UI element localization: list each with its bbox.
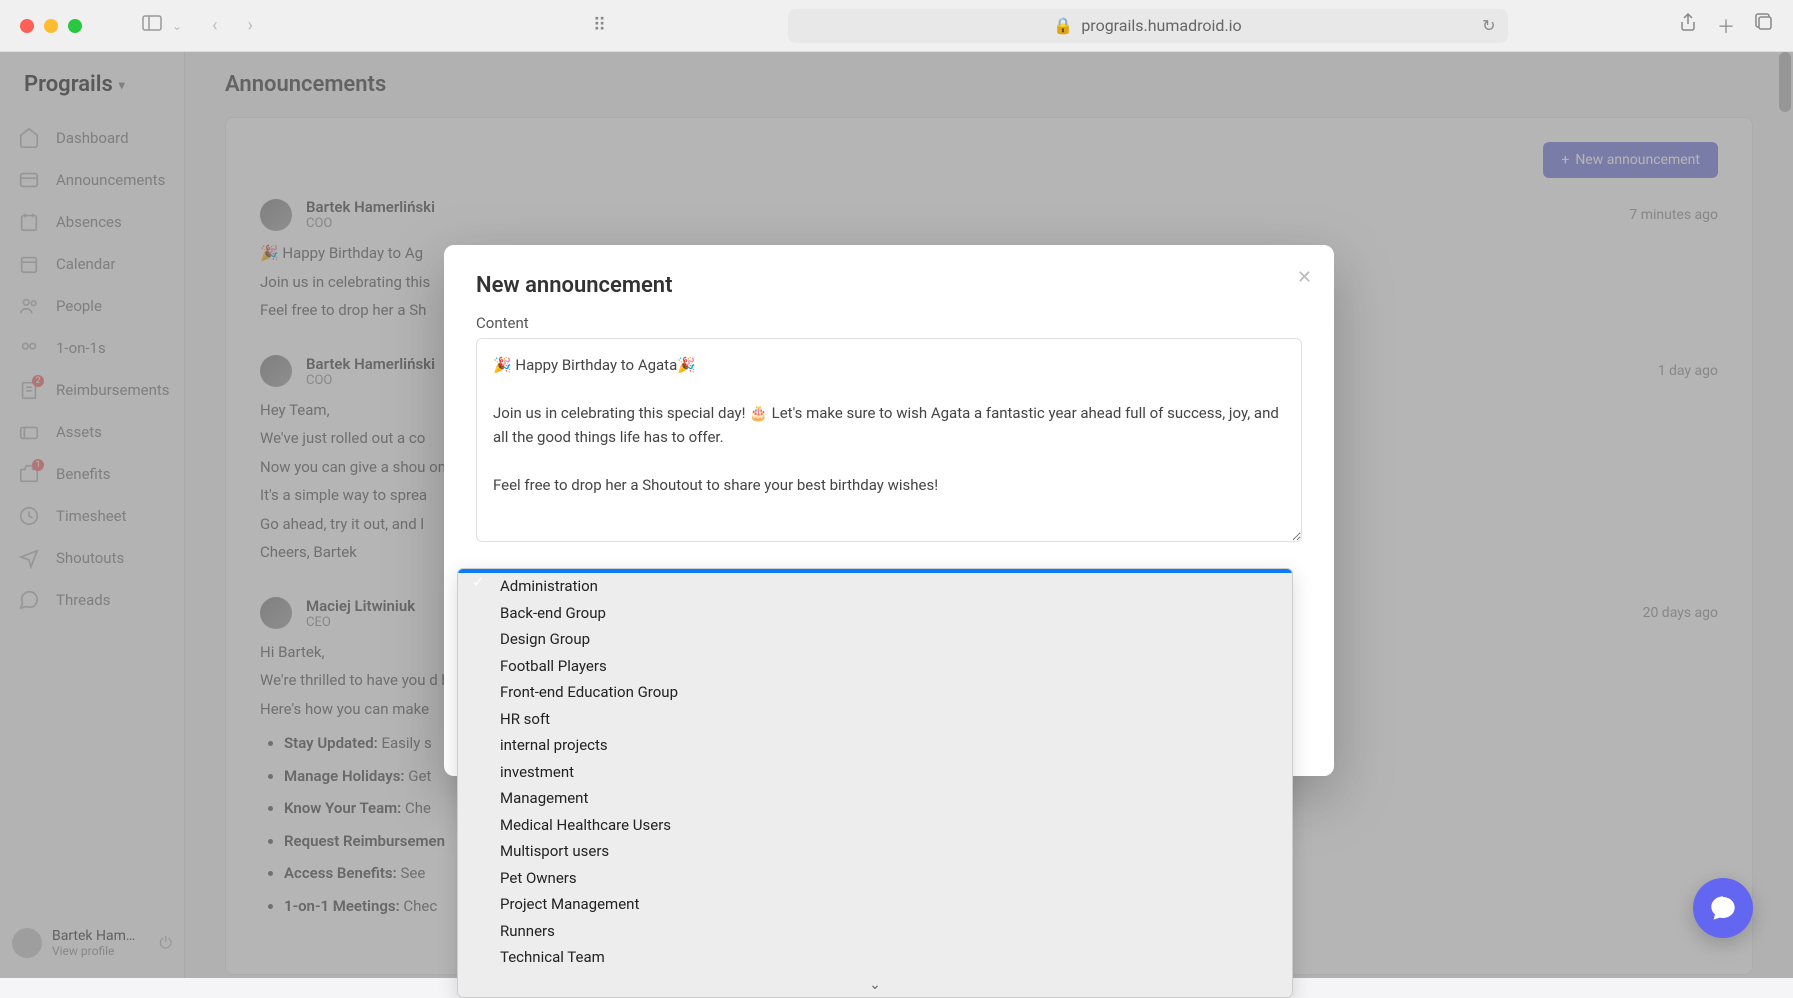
nav-back-icon[interactable]: ‹ bbox=[212, 15, 217, 36]
dropdown-option[interactable]: Administration bbox=[458, 573, 1292, 600]
content-label: Content bbox=[476, 314, 1302, 332]
chat-bubble[interactable] bbox=[1693, 878, 1753, 938]
nav-forward-icon[interactable]: › bbox=[247, 15, 252, 36]
close-icon[interactable]: ✕ bbox=[1297, 267, 1312, 288]
url-text: prograils.humadroid.io bbox=[1081, 16, 1241, 35]
dropdown-option[interactable]: Project Management bbox=[458, 891, 1292, 918]
dropdown-option[interactable]: internal projects bbox=[458, 732, 1292, 759]
dropdown-option[interactable]: Football Players bbox=[458, 653, 1292, 680]
dropdown-option[interactable]: Management bbox=[458, 785, 1292, 812]
dropdown-option[interactable]: Pet Owners bbox=[458, 865, 1292, 892]
sidebar-toggle-icon[interactable] bbox=[142, 15, 162, 36]
chevron-down-icon[interactable]: ⌄ bbox=[172, 19, 182, 33]
window-controls[interactable] bbox=[20, 19, 82, 33]
close-window[interactable] bbox=[20, 19, 34, 33]
url-bar[interactable]: 🔒 prograils.humadroid.io ↻ bbox=[788, 9, 1508, 43]
dropdown-option[interactable]: Back-end Group bbox=[458, 600, 1292, 627]
dropdown-option[interactable]: investment bbox=[458, 759, 1292, 786]
browser-toolbar: ⌄ ‹ › ⠿ 🔒 prograils.humadroid.io ↻ ＋ bbox=[0, 0, 1793, 52]
dropdown-option[interactable]: Design Group bbox=[458, 626, 1292, 653]
dropdown-option[interactable]: HR soft bbox=[458, 706, 1292, 733]
lock-icon: 🔒 bbox=[1053, 16, 1073, 35]
maximize-window[interactable] bbox=[68, 19, 82, 33]
dropdown-option[interactable]: Runners bbox=[458, 918, 1292, 945]
reload-icon[interactable]: ↻ bbox=[1482, 16, 1495, 35]
tabs-icon[interactable] bbox=[1755, 13, 1773, 39]
dropdown-option[interactable]: Technical Team bbox=[458, 944, 1292, 971]
share-icon[interactable] bbox=[1679, 13, 1697, 39]
content-textarea[interactable] bbox=[476, 338, 1302, 542]
chevron-down-icon[interactable]: ⌄ bbox=[458, 971, 1292, 997]
modal-title: New announcement bbox=[476, 273, 1302, 298]
dropdown-option[interactable]: Front-end Education Group bbox=[458, 679, 1292, 706]
group-dropdown[interactable]: AdministrationBack-end GroupDesign Group… bbox=[457, 568, 1293, 998]
apps-grid-icon[interactable]: ⠿ bbox=[593, 15, 606, 36]
dropdown-option[interactable]: Multisport users bbox=[458, 838, 1292, 865]
dropdown-option[interactable]: Medical Healthcare Users bbox=[458, 812, 1292, 839]
minimize-window[interactable] bbox=[44, 19, 58, 33]
new-tab-icon[interactable]: ＋ bbox=[1717, 13, 1735, 39]
